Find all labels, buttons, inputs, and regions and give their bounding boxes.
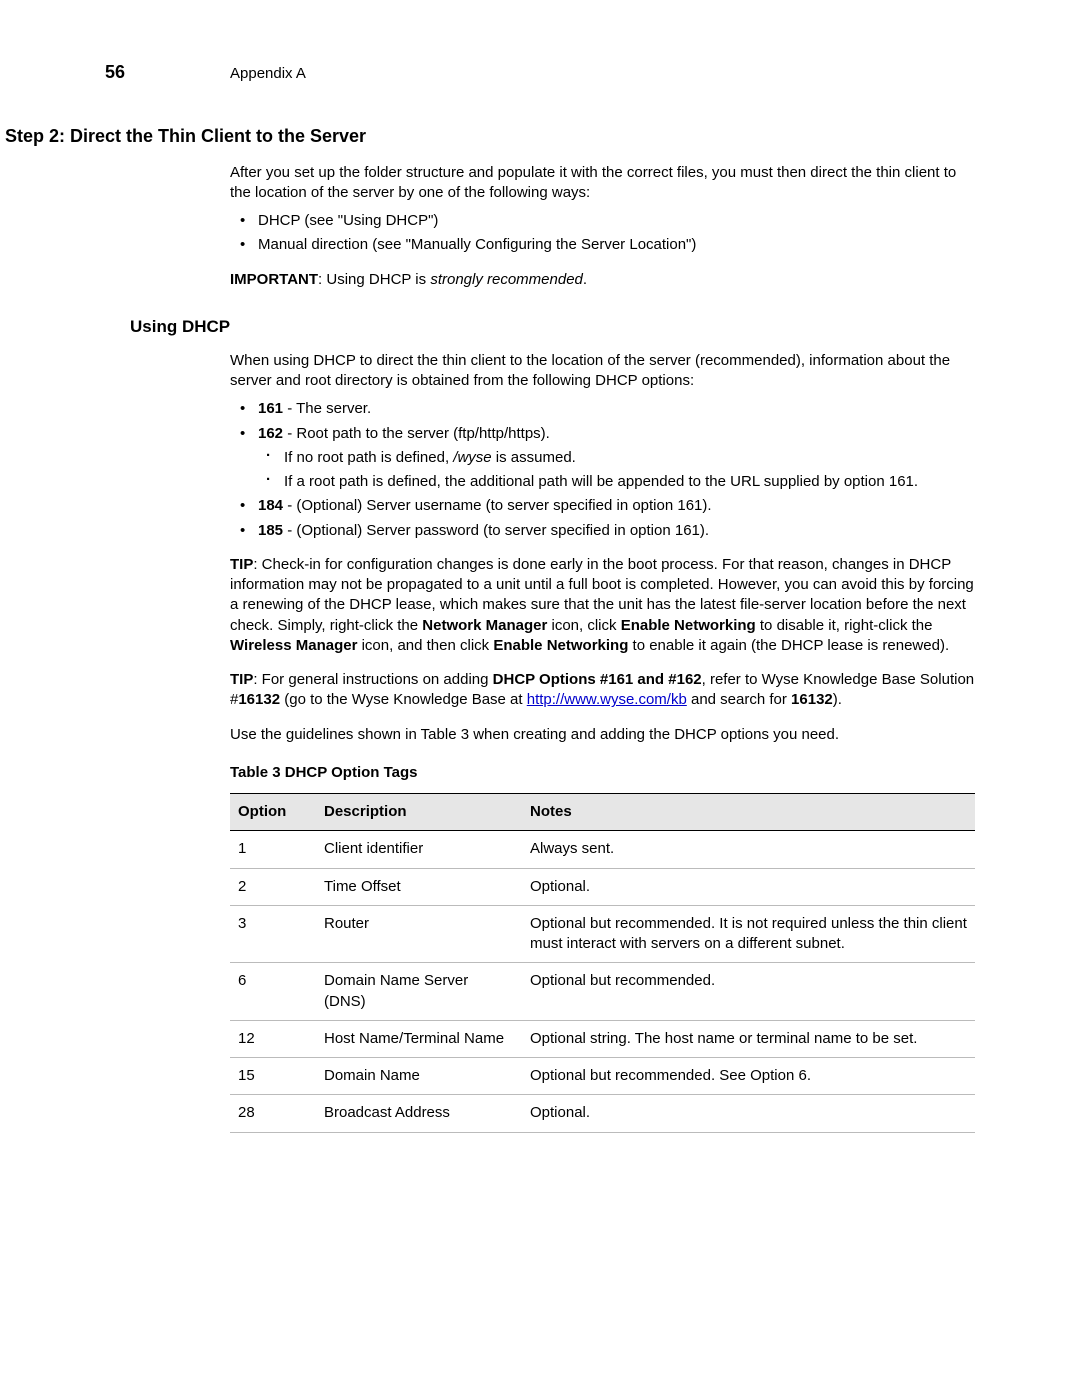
ui-term: Network Manager [422, 617, 547, 634]
important-note: IMPORTANT: Using DHCP is strongly recomm… [230, 270, 975, 290]
table-row: 2Time OffsetOptional. [230, 868, 975, 905]
cell-description: Broadcast Address [316, 1095, 522, 1132]
cell-option: 1 [230, 831, 316, 868]
list-item: 161 - The server. [230, 399, 975, 419]
text: - (Optional) Server username (to server … [283, 497, 712, 514]
cell-notes: Optional string. The host name or termin… [522, 1020, 975, 1057]
text: ). [833, 691, 842, 708]
using-dhcp-intro: When using DHCP to direct the thin clien… [230, 351, 975, 392]
text: . [583, 271, 587, 288]
cell-option: 6 [230, 963, 316, 1021]
kb-number: 16132 [238, 691, 280, 708]
cell-option: 28 [230, 1095, 316, 1132]
step2-heading: Step 2: Direct the Thin Client to the Se… [5, 124, 975, 148]
list-item: Manual direction (see "Manually Configur… [230, 235, 975, 255]
dhcp-options-table: Option Description Notes 1Client identif… [230, 793, 975, 1133]
ui-term: Wireless Manager [230, 637, 357, 654]
list-item: DHCP (see "Using DHCP") [230, 211, 975, 231]
cell-option: 12 [230, 1020, 316, 1057]
cell-description: Time Offset [316, 868, 522, 905]
cell-notes: Optional but recommended. See Option 6. [522, 1058, 975, 1095]
cell-description: Domain Name Server (DNS) [316, 963, 522, 1021]
text: - (Optional) Server password (to server … [283, 522, 709, 539]
text: icon, and then click [357, 637, 493, 654]
tip-label: TIP [230, 556, 253, 573]
text: - The server. [283, 400, 371, 417]
table-header-row: Option Description Notes [230, 794, 975, 831]
dhcp-options-list: 161 - The server. 162 - Root path to the… [230, 399, 975, 541]
table-row: 1Client identifierAlways sent. [230, 831, 975, 868]
cell-option: 2 [230, 868, 316, 905]
col-header-notes: Notes [522, 794, 975, 831]
table-caption: Table 3 DHCP Option Tags [230, 763, 975, 783]
cell-notes: Optional but recommended. It is not requ… [522, 905, 975, 963]
option-number: 161 [258, 400, 283, 417]
page-number: 56 [105, 60, 230, 84]
content-body: After you set up the folder structure an… [230, 163, 975, 1133]
sub-list: If no root path is defined, /wyse is ass… [258, 448, 975, 493]
text: to disable it, right-click the [756, 617, 933, 634]
text: If no root path is defined, [284, 449, 453, 466]
col-header-description: Description [316, 794, 522, 831]
table-row: 12Host Name/Terminal NameOptional string… [230, 1020, 975, 1057]
cell-description: Router [316, 905, 522, 963]
text: : Using DHCP is [318, 271, 430, 288]
text: - Root path to the server (ftp/http/http… [283, 425, 550, 442]
step2-methods-list: DHCP (see "Using DHCP") Manual direction… [230, 211, 975, 256]
option-number: 185 [258, 522, 283, 539]
text: (go to the Wyse Knowledge Base at [280, 691, 527, 708]
important-label: IMPORTANT [230, 271, 318, 288]
cell-description: Domain Name [316, 1058, 522, 1095]
text: is assumed. [492, 449, 576, 466]
cell-description: Client identifier [316, 831, 522, 868]
ui-term: DHCP Options #161 and #162 [493, 671, 702, 688]
tip-2: TIP: For general instructions on adding … [230, 670, 975, 711]
text: icon, click [547, 617, 620, 634]
option-number: 162 [258, 425, 283, 442]
cell-notes: Optional but recommended. [522, 963, 975, 1021]
table-row: 6Domain Name Server (DNS)Optional but re… [230, 963, 975, 1021]
cell-notes: Optional. [522, 868, 975, 905]
cell-notes: Optional. [522, 1095, 975, 1132]
cell-notes: Always sent. [522, 831, 975, 868]
list-item: 184 - (Optional) Server username (to ser… [230, 496, 975, 516]
ui-term: Enable Networking [493, 637, 628, 654]
guidelines-text: Use the guidelines shown in Table 3 when… [230, 725, 975, 745]
list-item: 162 - Root path to the server (ftp/http/… [230, 424, 975, 493]
option-number: 184 [258, 497, 283, 514]
table-row: 28Broadcast AddressOptional. [230, 1095, 975, 1132]
ui-term: Enable Networking [621, 617, 756, 634]
list-item: If no root path is defined, /wyse is ass… [258, 448, 975, 468]
table-row: 15Domain NameOptional but recommended. S… [230, 1058, 975, 1095]
text: and search for [687, 691, 791, 708]
header-section-label: Appendix A [230, 64, 306, 84]
page-header: 56 Appendix A [105, 60, 975, 84]
kb-number: 16132 [791, 691, 833, 708]
important-emphasis: strongly recommended [430, 271, 583, 288]
using-dhcp-heading: Using DHCP [130, 316, 975, 339]
cell-description: Host Name/Terminal Name [316, 1020, 522, 1057]
path-emphasis: /wyse [453, 449, 491, 466]
cell-option: 3 [230, 905, 316, 963]
kb-link[interactable]: http://www.wyse.com/kb [527, 691, 687, 708]
list-item: If a root path is defined, the additiona… [258, 472, 975, 492]
step2-intro: After you set up the folder structure an… [230, 163, 975, 204]
cell-option: 15 [230, 1058, 316, 1095]
tip-1: TIP: Check-in for configuration changes … [230, 555, 975, 656]
text: to enable it again (the DHCP lease is re… [628, 637, 949, 654]
list-item: 185 - (Optional) Server password (to ser… [230, 521, 975, 541]
table-row: 3RouterOptional but recommended. It is n… [230, 905, 975, 963]
col-header-option: Option [230, 794, 316, 831]
tip-label: TIP [230, 671, 253, 688]
text: : For general instructions on adding [253, 671, 492, 688]
